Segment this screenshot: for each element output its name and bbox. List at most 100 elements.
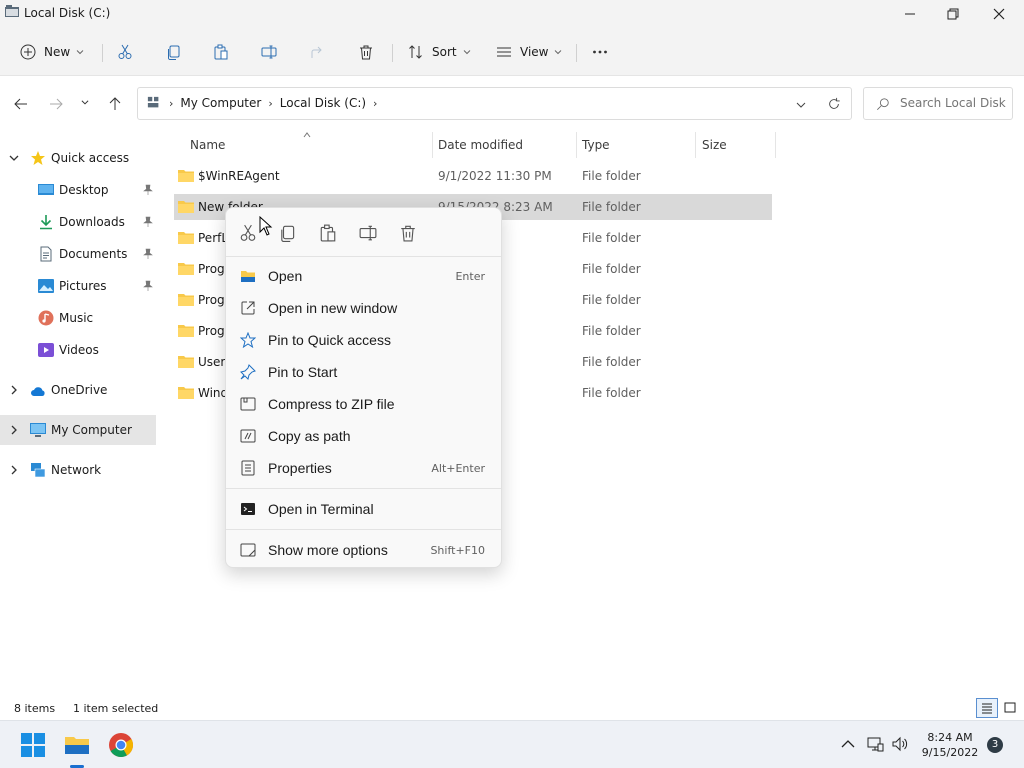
menu-item-pin-quick-access[interactable]: Pin to Quick access — [230, 324, 497, 356]
menu-item-copy-path[interactable]: Copy as path — [230, 420, 497, 452]
network-icon — [31, 463, 46, 478]
up-button[interactable] — [107, 96, 123, 112]
delete-button[interactable] — [358, 38, 374, 66]
menu-item-properties[interactable]: Properties Alt+Enter — [230, 452, 497, 484]
search-icon — [877, 98, 889, 110]
computer-icon — [30, 423, 46, 437]
menu-item-compress-zip[interactable]: Compress to ZIP file — [230, 388, 497, 420]
nav-label: Desktop — [59, 183, 109, 197]
chevron-right-icon — [11, 425, 17, 435]
refresh-icon[interactable] — [827, 97, 841, 111]
new-button[interactable]: New — [20, 38, 84, 66]
minimize-button[interactable] — [887, 0, 933, 28]
address-dropdown-icon[interactable] — [795, 99, 807, 111]
close-icon — [993, 8, 1005, 20]
column-divider[interactable] — [576, 132, 577, 158]
file-type: File folder — [582, 231, 641, 245]
sidebar-item-onedrive[interactable]: OneDrive — [0, 375, 156, 405]
ctx-copy-button[interactable] — [279, 224, 299, 244]
breadcrumb-my-computer[interactable]: My Computer — [180, 96, 261, 110]
sidebar-item-downloads[interactable]: Downloads — [0, 207, 156, 237]
star-icon — [31, 151, 45, 165]
system-clock[interactable]: 8:24 AM 9/15/2022 — [915, 730, 985, 760]
sidebar-item-documents[interactable]: Documents — [0, 239, 156, 269]
maximize-button[interactable] — [930, 0, 976, 28]
search-box[interactable] — [863, 87, 1013, 120]
menu-item-open[interactable]: Open Enter — [230, 260, 497, 292]
arrow-right-icon — [50, 98, 63, 110]
menu-divider — [226, 529, 501, 530]
view-button[interactable]: View — [496, 38, 562, 66]
sort-ascending-icon — [303, 132, 311, 138]
windows-start-icon[interactable] — [20, 732, 46, 758]
menu-item-open-terminal[interactable]: Open in Terminal — [230, 493, 497, 525]
search-input[interactable] — [900, 96, 1008, 110]
chevron-down-icon — [81, 100, 89, 105]
column-header-size[interactable]: Size — [702, 132, 727, 158]
nav-quick-access[interactable]: Quick access — [0, 143, 156, 173]
rename-icon — [359, 225, 377, 241]
more-button[interactable] — [592, 38, 608, 66]
address-bar[interactable]: › My Computer › Local Disk (C:) › — [137, 87, 852, 120]
more-options-icon — [240, 543, 256, 557]
network-status-icon[interactable] — [866, 735, 884, 753]
sidebar-item-my-computer[interactable]: My Computer — [0, 415, 156, 445]
ctx-rename-button[interactable] — [359, 224, 379, 244]
sort-button[interactable]: Sort — [408, 38, 471, 66]
tiles-view-button[interactable] — [1001, 699, 1019, 717]
breadcrumb-local-disk[interactable]: Local Disk (C:) — [280, 96, 366, 110]
file-type: File folder — [582, 262, 641, 276]
rename-button[interactable] — [261, 38, 277, 66]
chevron-right-icon: › — [373, 96, 378, 110]
column-header-date[interactable]: Date modified — [438, 132, 523, 158]
view-list-icon — [497, 47, 511, 57]
column-header-name[interactable]: Name — [190, 132, 225, 158]
share-button[interactable] — [310, 38, 326, 66]
nav-label: Music — [59, 311, 94, 325]
file-explorer-icon[interactable] — [64, 732, 90, 758]
chevron-up-icon[interactable] — [839, 735, 857, 753]
command-bar: New Sort View — [0, 28, 1024, 76]
forward-button[interactable] — [48, 96, 64, 112]
ctx-paste-button[interactable] — [319, 224, 339, 244]
notification-badge[interactable]: 3 — [987, 737, 1003, 753]
ctx-cut-button[interactable] — [239, 224, 259, 244]
details-view-button[interactable] — [976, 698, 998, 718]
menu-item-pin-start[interactable]: Pin to Start — [230, 356, 497, 388]
menu-shortcut: Enter — [455, 270, 485, 283]
cut-button[interactable] — [117, 38, 133, 66]
chevron-right-icon — [11, 465, 17, 475]
paste-button[interactable] — [213, 38, 229, 66]
folder-icon — [178, 263, 194, 275]
folder-icon — [178, 294, 194, 306]
ctx-delete-button[interactable] — [399, 224, 419, 244]
sidebar-item-network[interactable]: Network — [0, 455, 156, 485]
videos-icon — [38, 343, 54, 357]
documents-icon — [40, 246, 52, 262]
menu-label: Pin to Start — [268, 364, 338, 380]
chevron-right-icon — [11, 385, 17, 395]
chrome-icon[interactable] — [108, 732, 134, 758]
column-divider[interactable] — [775, 132, 776, 158]
recent-locations-button[interactable] — [80, 96, 90, 112]
sidebar-item-music[interactable]: Music — [0, 303, 156, 333]
copy-button[interactable] — [166, 38, 182, 66]
back-button[interactable] — [13, 96, 29, 112]
close-button[interactable] — [976, 0, 1022, 28]
menu-label: Open in new window — [268, 300, 398, 316]
nav-label: Pictures — [59, 279, 107, 293]
sidebar-item-desktop[interactable]: Desktop — [0, 175, 156, 205]
properties-icon — [241, 460, 255, 476]
app-icon — [5, 5, 19, 17]
menu-item-open-new-window[interactable]: Open in new window — [230, 292, 497, 324]
sidebar-item-videos[interactable]: Videos — [0, 335, 156, 365]
column-divider[interactable] — [432, 132, 433, 158]
volume-icon[interactable] — [891, 735, 909, 753]
column-divider[interactable] — [695, 132, 696, 158]
menu-label: Copy as path — [268, 428, 351, 444]
sidebar-item-pictures[interactable]: Pictures — [0, 271, 156, 301]
selection-count: 1 item selected — [73, 702, 159, 715]
menu-item-show-more-options[interactable]: Show more options Shift+F10 — [230, 534, 497, 566]
column-header-type[interactable]: Type — [582, 132, 610, 158]
table-row[interactable]: $WinREAgent 9/1/2022 11:30 PM File folder — [174, 163, 772, 189]
